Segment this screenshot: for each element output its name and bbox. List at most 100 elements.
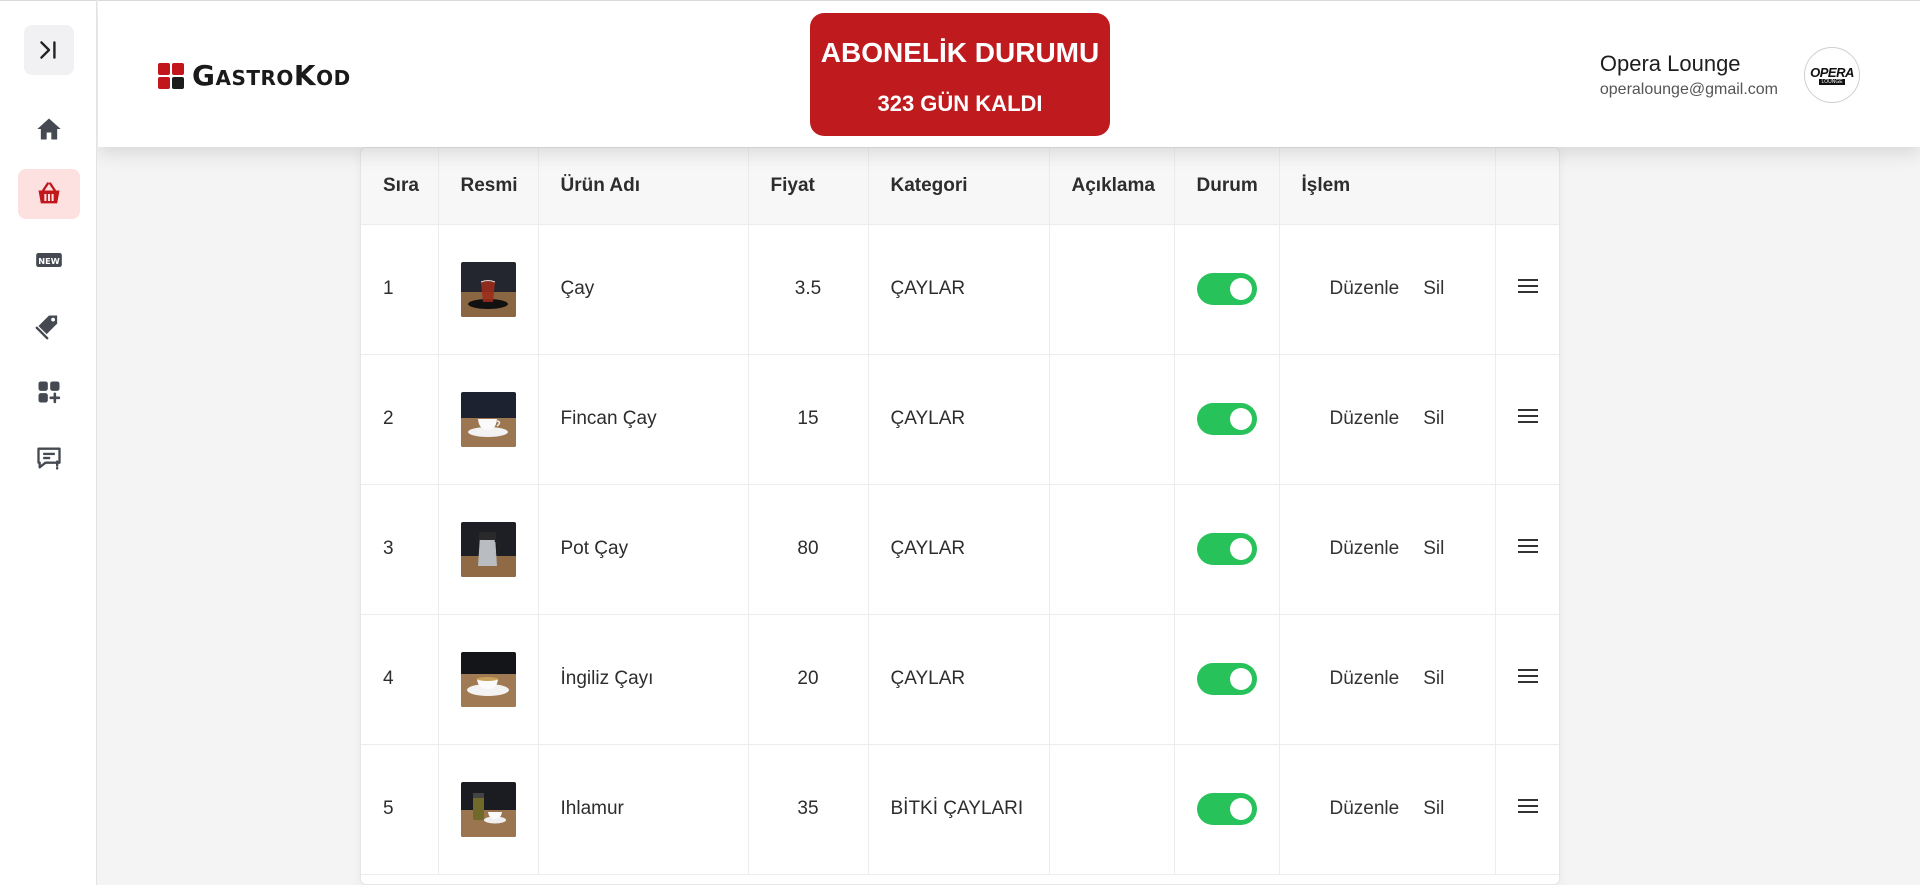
logo-mark-icon xyxy=(158,62,184,89)
sidebar-item-home[interactable] xyxy=(18,104,80,154)
cell-drag xyxy=(1495,224,1559,355)
delete-button[interactable]: Sil xyxy=(1423,278,1444,300)
cell-order: 2 xyxy=(361,354,439,485)
cell-actions: Düzenle Sil xyxy=(1279,484,1496,615)
cell-actions: Düzenle Sil xyxy=(1279,224,1496,355)
edit-button[interactable]: Düzenle xyxy=(1330,408,1400,430)
cell-image xyxy=(438,614,539,745)
delete-button[interactable]: Sil xyxy=(1423,668,1444,690)
column-header-image[interactable]: Resmi xyxy=(438,148,539,225)
drag-handle-icon[interactable] xyxy=(1518,405,1539,427)
table-row[interactable]: 3 Pot Çay 80 ÇAYLAR Düzenle Sil xyxy=(361,484,1559,615)
edit-button[interactable]: Düzenle xyxy=(1330,278,1400,300)
status-toggle[interactable] xyxy=(1196,533,1257,565)
user-info: Opera Lounge operalounge@gmail.com xyxy=(1600,51,1778,99)
cell-order: 5 xyxy=(361,744,439,875)
avatar-logo-subtext: LOUNGE xyxy=(1819,79,1845,85)
add-category-icon xyxy=(38,381,61,404)
tags-icon xyxy=(35,315,58,340)
cell-actions: Düzenle Sil xyxy=(1279,354,1496,485)
cell-category: ÇAYLAR xyxy=(868,224,1050,355)
sidebar-item-campaigns[interactable] xyxy=(18,301,80,351)
cell-description xyxy=(1049,744,1175,875)
product-image-ingiliz-cayi xyxy=(460,651,516,707)
column-header-category[interactable]: Kategori xyxy=(868,148,1050,225)
cell-price: 3.5 xyxy=(748,224,869,355)
avatar-logo-text: OPERA xyxy=(1810,65,1854,80)
cell-image xyxy=(438,354,539,485)
cell-order: 4 xyxy=(361,614,439,745)
avatar[interactable]: OPERA LOUNGE xyxy=(1804,47,1860,103)
drag-handle-icon[interactable] xyxy=(1518,795,1539,817)
sidebar: NEW xyxy=(0,0,97,885)
cell-image xyxy=(438,224,539,355)
cell-drag xyxy=(1495,744,1559,875)
table-header-row: Sıra Resmi Ürün Adı Fiyat Kategori Açıkl… xyxy=(361,148,1559,225)
sidebar-item-products[interactable] xyxy=(18,169,80,219)
delete-button[interactable]: Sil xyxy=(1423,798,1444,820)
sidebar-item-categories[interactable] xyxy=(18,367,80,417)
cell-drag xyxy=(1495,354,1559,485)
column-header-product-name[interactable]: Ürün Adı xyxy=(538,148,749,225)
cell-product-name: Ihlamur xyxy=(538,744,749,875)
drag-handle-icon[interactable] xyxy=(1518,275,1539,297)
delete-button[interactable]: Sil xyxy=(1423,538,1444,560)
user-email: operalounge@gmail.com xyxy=(1599,81,1778,98)
edit-button[interactable]: Düzenle xyxy=(1330,538,1400,560)
product-image-ihlamur xyxy=(460,781,516,837)
logo-text: GastroKod xyxy=(192,59,351,92)
table-row[interactable]: 5 Ihlamur 35 BİTKİ ÇAYLARI Düzenle Sil xyxy=(361,744,1559,875)
cell-product-name: Pot Çay xyxy=(538,484,749,615)
column-header-status[interactable]: Durum xyxy=(1174,148,1280,225)
column-header-order[interactable]: Sıra xyxy=(361,148,439,225)
cell-actions: Düzenle Sil xyxy=(1279,744,1496,875)
cell-price: 20 xyxy=(748,614,869,745)
top-header: GastroKod ABONELİK DURUMU 323 GÜN KALDI … xyxy=(98,0,1920,147)
cell-drag xyxy=(1495,614,1559,745)
table-row[interactable]: 1 Çay 3.5 ÇAYLAR Düzenle Sil xyxy=(361,224,1559,355)
cell-status xyxy=(1174,484,1280,615)
status-toggle[interactable] xyxy=(1196,793,1257,825)
cell-status xyxy=(1174,744,1280,875)
cell-image xyxy=(438,744,539,875)
cell-actions: Düzenle Sil xyxy=(1279,614,1496,745)
edit-button[interactable]: Düzenle xyxy=(1330,798,1400,820)
brand-logo[interactable]: GastroKod xyxy=(158,59,351,92)
status-toggle[interactable] xyxy=(1196,663,1257,695)
column-header-description[interactable]: Açıklama xyxy=(1049,148,1175,225)
user-name: Opera Lounge xyxy=(1599,51,1741,76)
products-table: Sıra Resmi Ürün Adı Fiyat Kategori Açıkl… xyxy=(361,148,1559,875)
subscription-status-badge: ABONELİK DURUMU 323 GÜN KALDI xyxy=(810,13,1110,136)
column-header-price[interactable]: Fiyat xyxy=(748,148,869,225)
cell-product-name: Çay xyxy=(538,224,749,355)
cell-status xyxy=(1174,224,1280,355)
cell-description xyxy=(1049,224,1175,355)
drag-handle-icon[interactable] xyxy=(1518,665,1539,687)
cell-price: 80 xyxy=(748,484,869,615)
status-toggle[interactable] xyxy=(1196,273,1257,305)
cell-product-name: İngiliz Çayı xyxy=(538,614,749,745)
cell-order: 3 xyxy=(361,484,439,615)
cell-order: 1 xyxy=(361,224,439,355)
cell-price: 35 xyxy=(748,744,869,875)
sidebar-item-feedback[interactable] xyxy=(18,433,80,483)
sidebar-expand-button[interactable] xyxy=(24,25,74,75)
products-table-container: Sıra Resmi Ürün Adı Fiyat Kategori Açıkl… xyxy=(360,147,1560,885)
edit-button[interactable]: Düzenle xyxy=(1330,668,1400,690)
expand-sidebar-icon xyxy=(40,41,56,59)
drag-handle-icon[interactable] xyxy=(1518,535,1539,557)
product-image-fincan-cay xyxy=(460,391,516,447)
table-row[interactable]: 4 İngiliz Çayı 20 ÇAYLAR Düzenle Sil xyxy=(361,614,1559,745)
cell-description xyxy=(1049,354,1175,485)
cell-category: ÇAYLAR xyxy=(868,484,1050,615)
cell-price: 15 xyxy=(748,354,869,485)
new-badge-icon: NEW xyxy=(36,253,62,267)
status-toggle[interactable] xyxy=(1196,403,1257,435)
product-image-cay xyxy=(460,261,516,317)
cell-image xyxy=(438,484,539,615)
delete-button[interactable]: Sil xyxy=(1423,408,1444,430)
cell-status xyxy=(1174,354,1280,485)
table-row[interactable]: 2 Fincan Çay 15 ÇAYLAR Düzenle Sil xyxy=(361,354,1559,485)
sidebar-item-new[interactable]: NEW xyxy=(18,235,80,285)
cell-description xyxy=(1049,614,1175,745)
